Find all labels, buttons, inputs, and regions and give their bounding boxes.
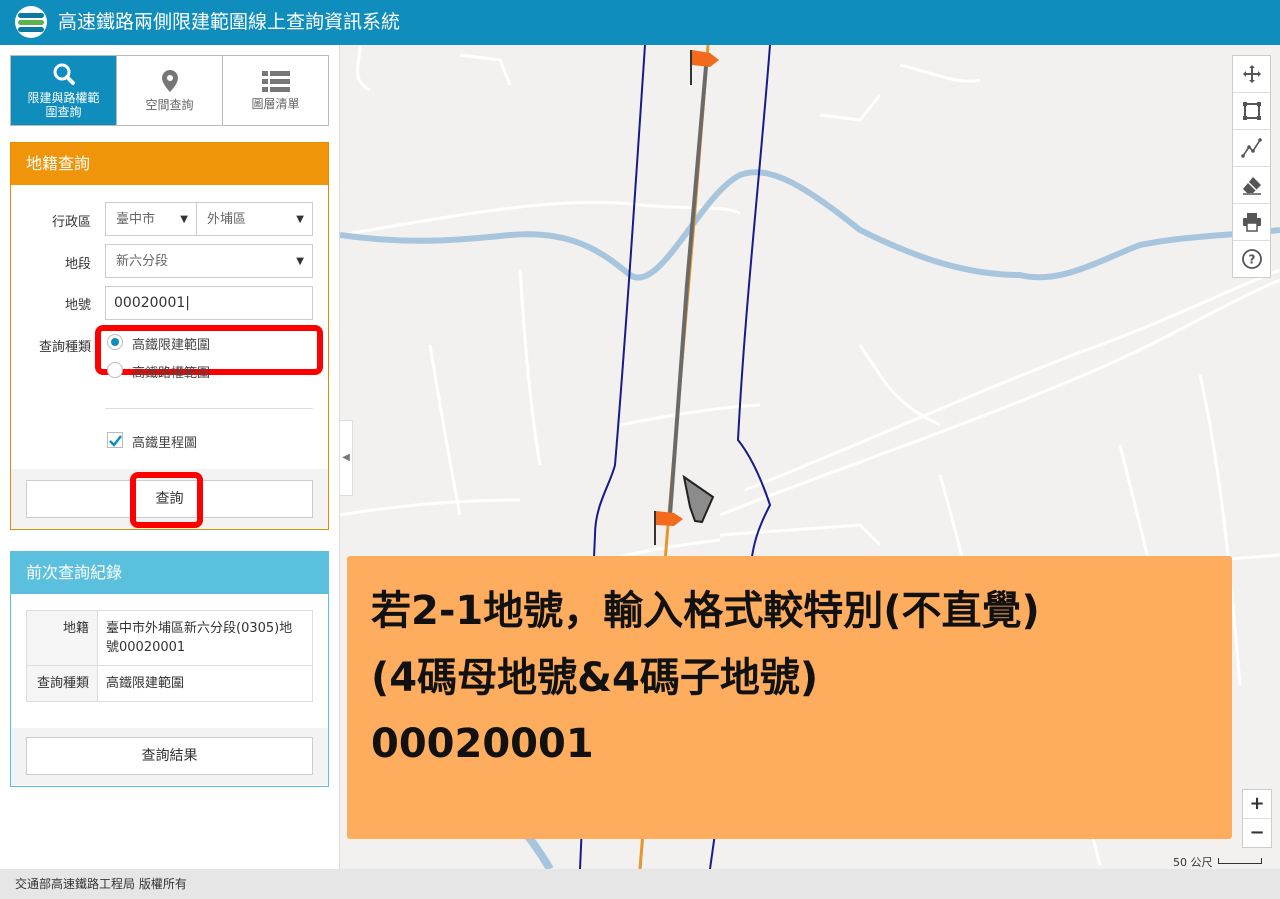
- row-key: 查詢種類: [26, 665, 98, 702]
- list-icon: [261, 71, 290, 92]
- table-row: 地籍 臺中市外埔區新六分段(0305)地號00020001: [26, 610, 313, 666]
- town-value: 外埔區: [207, 212, 247, 227]
- scale-bar: [1218, 858, 1262, 864]
- footer: 交通部高速鐵路工程局 版權所有: [0, 869, 1280, 899]
- app-title: 高速鐵路兩側限建範圍線上查詢資訊系統: [58, 11, 401, 33]
- lot-number-value: 00020001: [114, 295, 186, 311]
- print-icon: [1242, 213, 1261, 232]
- mileage-checkbox[interactable]: [107, 432, 123, 448]
- row-value: 臺中市外埔區新六分段(0305)地號00020001: [97, 610, 313, 666]
- zoom-in-button[interactable]: +: [1243, 790, 1271, 818]
- app-header: 高速鐵路兩側限建範圍線上查詢資訊系統: [0, 0, 1280, 45]
- city-select[interactable]: 臺中市 ▼: [105, 202, 197, 236]
- radio-restriction[interactable]: [107, 334, 123, 350]
- svg-text:?: ?: [1248, 253, 1255, 267]
- print-tool[interactable]: [1233, 204, 1270, 241]
- lot-label: 地號: [64, 298, 91, 313]
- measure-line-icon: [1240, 138, 1262, 158]
- measure-tool[interactable]: [1233, 130, 1270, 167]
- lot-number-input[interactable]: 00020001|: [105, 286, 313, 320]
- history-table: 地籍 臺中市外埔區新六分段(0305)地號00020001 查詢種類 高鐵限建範…: [26, 610, 313, 702]
- sidebar: 限建與路權範圍查詢 空間查詢 圖層清單 地籍查詢 行政區 臺中市 ▼ 外埔區 ▼…: [0, 45, 340, 869]
- eraser-icon: [1242, 177, 1261, 195]
- eraser-tool[interactable]: [1233, 167, 1270, 204]
- help-icon: ?: [1241, 249, 1262, 269]
- district-label: 行政區: [51, 215, 91, 230]
- move-tool[interactable]: [1233, 56, 1270, 93]
- map-toolbar: ?: [1232, 55, 1271, 278]
- row-value: 高鐵限建範圍: [97, 665, 313, 702]
- section-select[interactable]: 新六分段 ▼: [105, 244, 313, 278]
- app-logo: [15, 6, 47, 38]
- row-key: 地籍: [26, 610, 98, 666]
- select-area-tool[interactable]: [1233, 93, 1270, 130]
- tab-label: 圖層清單: [251, 97, 300, 111]
- divider: [105, 408, 313, 409]
- zoom-out-button[interactable]: −: [1243, 818, 1271, 847]
- panel-header: 地籍查詢: [11, 143, 328, 185]
- query-highlight-box: [130, 472, 203, 528]
- map-marker-icon: [161, 70, 178, 92]
- chevron-down-icon: ▼: [296, 256, 304, 267]
- annotation-line: 若2-1地號，輸入格式較特別(不直覺): [371, 588, 1040, 634]
- chevron-down-icon: ▼: [296, 214, 304, 225]
- table-row: 查詢種類 高鐵限建範圍: [26, 665, 313, 702]
- tab-layer-list[interactable]: 圖層清單: [223, 56, 328, 125]
- move-icon: [1242, 65, 1261, 83]
- select-area-icon: [1242, 102, 1261, 120]
- section-value: 新六分段: [116, 254, 169, 269]
- radio-right-of-way[interactable]: [107, 362, 123, 378]
- collapse-sidebar-button[interactable]: ◀: [339, 420, 353, 496]
- annotation-callout: 若2-1地號，輸入格式較特別(不直覺) (4碼母地號&4碼子地號) 000200…: [347, 556, 1232, 839]
- check-icon: [109, 435, 122, 447]
- query-type-label: 查詢種類: [38, 340, 91, 355]
- town-select[interactable]: 外埔區 ▼: [196, 202, 313, 236]
- annotation-line: (4碼母地號&4碼子地號): [371, 655, 819, 701]
- city-value: 臺中市: [116, 212, 156, 227]
- annotation-line: 00020001: [371, 721, 594, 767]
- tab-bar: 限建與路權範圍查詢 空間查詢 圖層清單: [10, 55, 329, 126]
- mileage-label: 高鐵里程圖: [132, 436, 198, 451]
- search-icon: [53, 63, 75, 85]
- scale-label: 50 公尺: [1173, 856, 1213, 869]
- section-label: 地段: [64, 257, 91, 272]
- tab-restriction-query[interactable]: 限建與路權範圍查詢: [11, 56, 117, 125]
- cadastral-query-panel: 地籍查詢 行政區 臺中市 ▼ 外埔區 ▼ 地段 新六分段 ▼ 地號 000200…: [10, 142, 329, 530]
- tab-label: 空間查詢: [145, 98, 194, 112]
- chevron-down-icon: ▼: [180, 214, 188, 225]
- radio-restriction-label: 高鐵限建範圍: [132, 338, 211, 353]
- tab-spatial-query[interactable]: 空間查詢: [117, 56, 223, 125]
- panel-header: 前次查詢紀錄: [11, 552, 328, 594]
- tab-label: 限建與路權範圍查詢: [27, 91, 100, 119]
- help-tool[interactable]: ?: [1233, 241, 1270, 277]
- query-result-button[interactable]: 查詢結果: [26, 737, 313, 775]
- zoom-control: + −: [1242, 789, 1272, 848]
- history-panel: 前次查詢紀錄 地籍 臺中市外埔區新六分段(0305)地號00020001 查詢種…: [10, 551, 329, 787]
- radio-right-of-way-label: 高鐵路權範圍: [132, 366, 211, 381]
